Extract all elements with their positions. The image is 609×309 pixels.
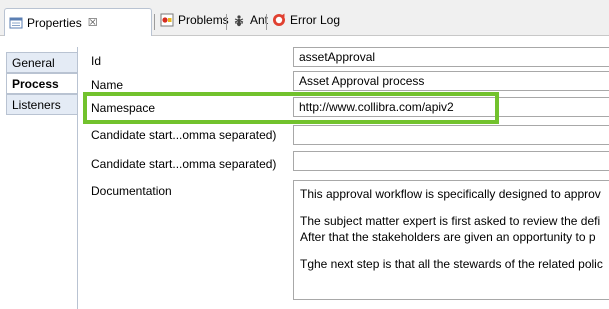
error-log-icon [272,13,286,27]
tab-separator [226,14,227,30]
tab-error-log[interactable]: Error Log [272,10,340,30]
tab-ant[interactable]: Ant [232,10,268,30]
tab-separator [154,14,155,30]
close-icon[interactable]: ☒ [88,16,98,29]
tab-properties[interactable]: Properties ☒ [4,8,152,36]
documentation-textarea[interactable]: This approval workflow is specifically d… [293,180,609,300]
tab-separator [266,14,267,30]
side-panel-divider [77,47,78,309]
documentation-label: Documentation [91,184,172,198]
side-tab-general[interactable]: General [6,52,78,73]
side-tab-process[interactable]: Process [6,73,78,94]
ant-icon [232,13,246,27]
side-tab-listeners[interactable]: Listeners [6,94,78,115]
tab-problems[interactable]: Problems [160,10,229,30]
tab-error-log-label: Error Log [290,13,341,27]
candidate-starter-users-label: Candidate start...omma separated) [91,128,277,142]
documentation-line: Tghe next step is that all the stewards … [300,257,603,271]
tab-properties-label: Properties [27,15,82,30]
documentation-line: After that the stakeholders are given an… [300,230,596,244]
documentation-line: The subject matter expert is first asked… [300,214,601,228]
id-field[interactable]: assetApproval [293,47,609,67]
properties-icon [9,16,23,30]
tab-problems-label: Problems [178,13,229,27]
namespace-highlight-box [83,92,499,124]
id-label: Id [91,54,102,68]
name-field[interactable]: Asset Approval process [293,71,609,91]
problems-icon [160,13,174,27]
candidate-starter-groups-field[interactable] [293,151,609,171]
documentation-line: This approval workflow is specifically d… [300,187,601,201]
candidate-starter-users-field[interactable] [293,125,609,145]
candidate-starter-groups-label: Candidate start...omma separated) [91,157,277,171]
